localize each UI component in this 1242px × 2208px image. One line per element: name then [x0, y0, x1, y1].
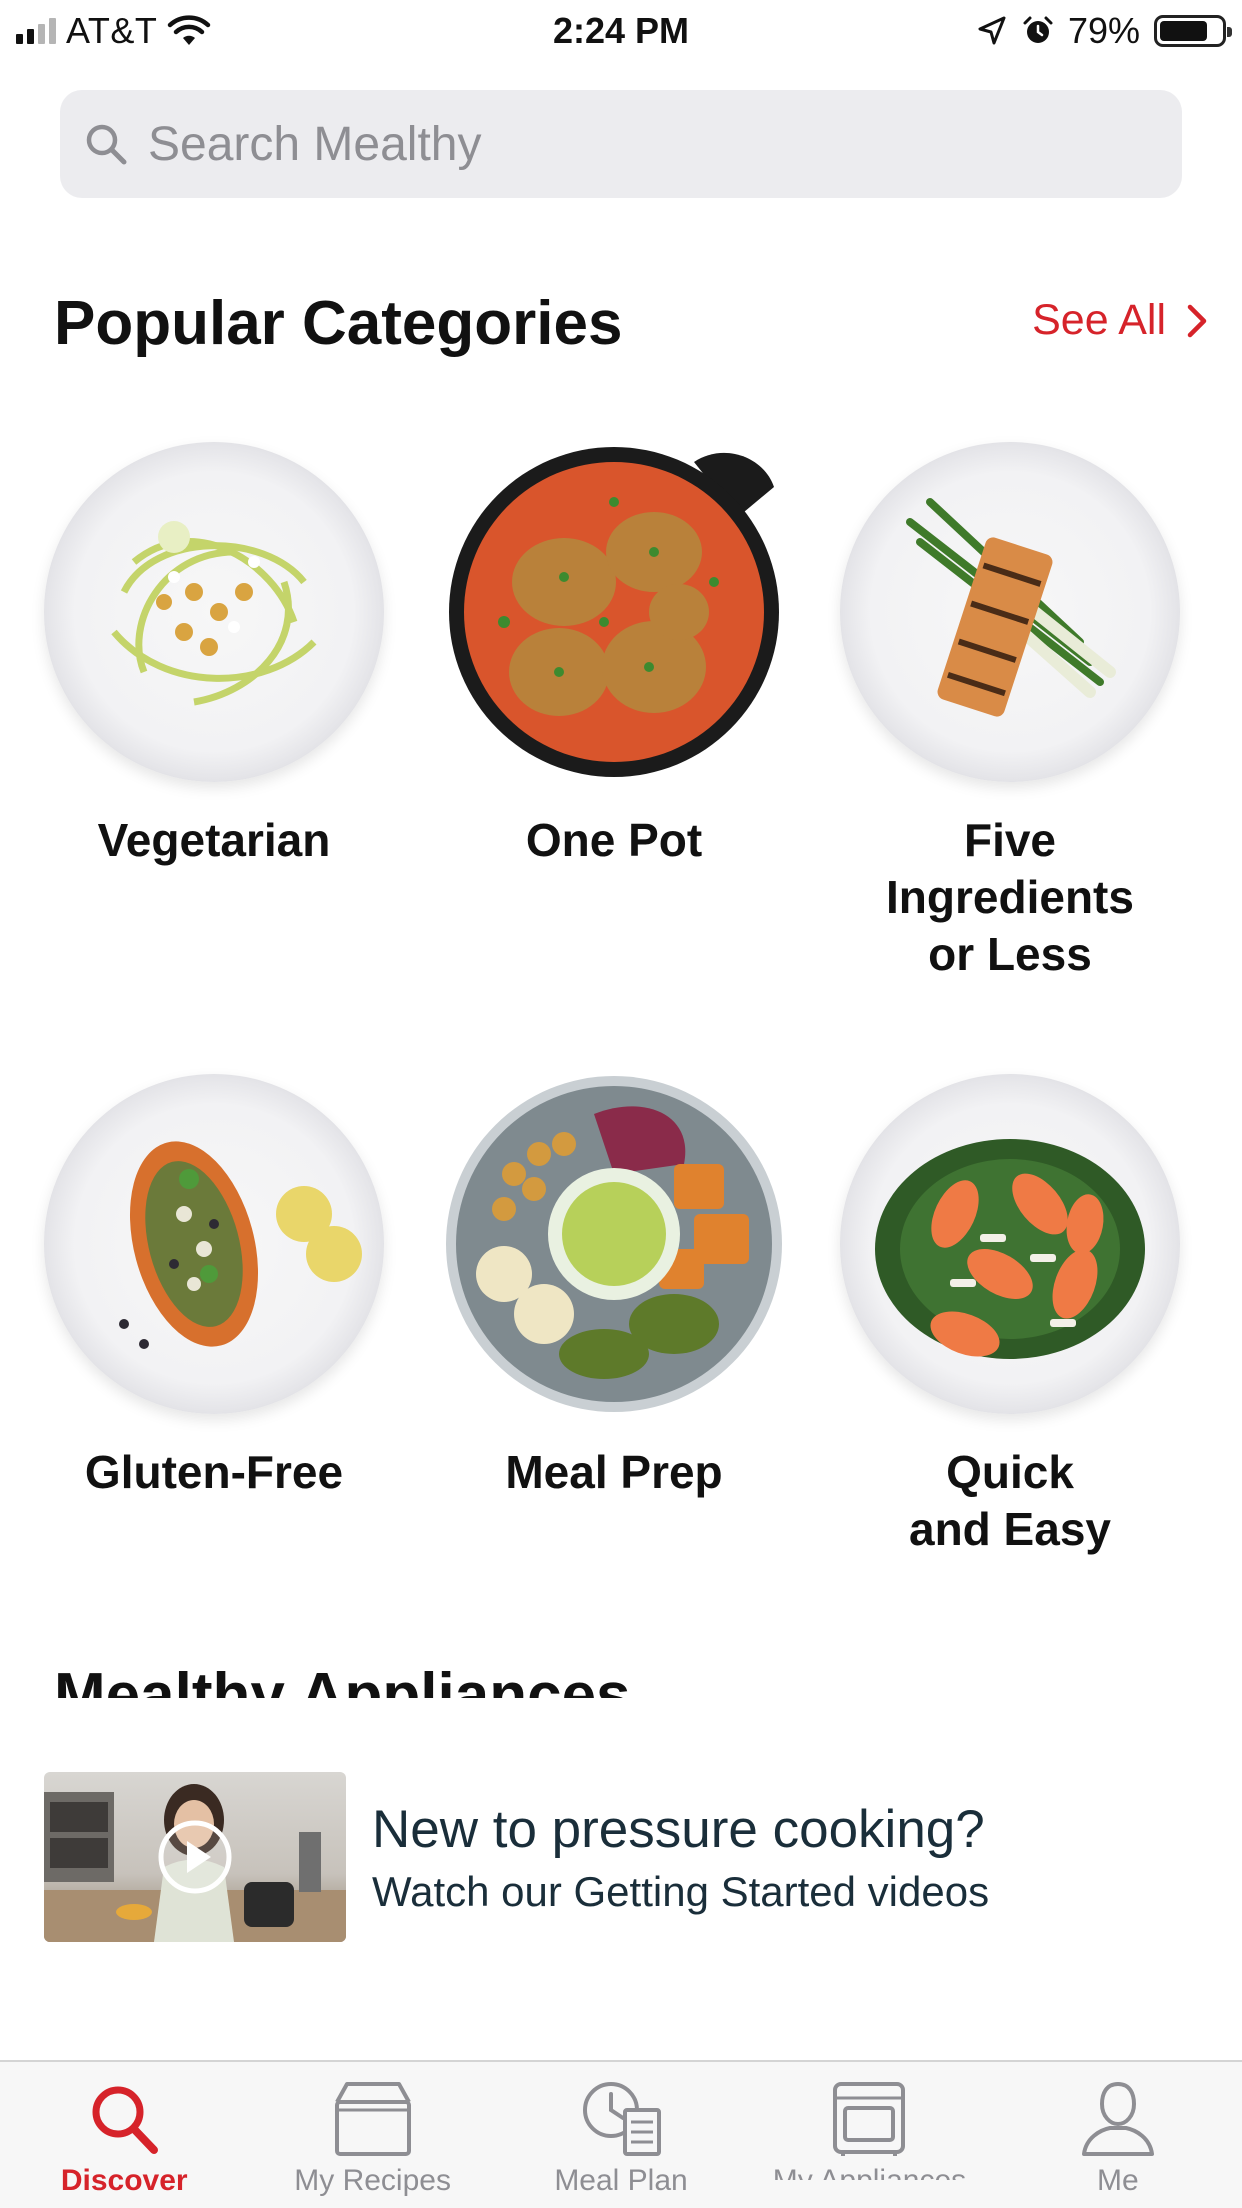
video-thumbnail: [44, 1772, 346, 1942]
category-label: One Pot: [525, 814, 703, 866]
appliances-section-title: Mealthy Appliances: [54, 1661, 631, 1698]
play-icon: [158, 1820, 232, 1894]
category-label: Meal Prep: [505, 1446, 723, 1498]
category-label: Five Ingredients or Less: [886, 814, 1134, 980]
tab-meal-plan[interactable]: Meal Plan: [497, 2062, 745, 2208]
category-vegetarian[interactable]: Vegetarian: [44, 442, 384, 869]
popular-categories-title: Popular Categories: [54, 289, 623, 358]
battery-level-fill: [1160, 21, 1208, 41]
alarm-clock-icon: [1023, 16, 1053, 43]
tab-label: Meal Plan: [554, 2164, 688, 2197]
category-meal-prep[interactable]: Meal Prep: [444, 1074, 784, 1501]
tab-label: Discover: [60, 2164, 188, 2197]
video-card-text: New to pressure cooking? Watch our Getti…: [372, 1799, 989, 1916]
chicken-skillet-image: [444, 442, 784, 782]
chevron-right-icon: [1187, 304, 1207, 337]
category-label: Vegetarian: [97, 814, 331, 866]
stuffed-sweet-potato-plate-image: [44, 1074, 384, 1414]
category-one-pot[interactable]: One Pot: [444, 442, 784, 869]
tab-my-recipes[interactable]: My Recipes: [248, 2062, 496, 2208]
recipe-box-icon: [334, 2082, 411, 2156]
meal-plan-icon: [583, 2082, 662, 2156]
video-card-subtitle: Watch our Getting Started videos: [372, 1867, 990, 1915]
location-arrow-icon: [978, 16, 1006, 45]
tab-me[interactable]: Me: [994, 2062, 1242, 2208]
tab-label: My Recipes: [294, 2164, 451, 2197]
app-root: AT&T 2:24 PM 79% Search Mealthy Popular …: [0, 0, 1242, 2208]
category-quick-and-easy[interactable]: Quick and Easy: [840, 1074, 1180, 1558]
search-bar[interactable]: [60, 90, 1182, 198]
search-icon: [92, 2086, 159, 2154]
category-label: Gluten-Free: [84, 1446, 344, 1498]
status-bar: AT&T 2:24 PM 79%: [0, 0, 1242, 62]
status-right: 79%: [976, 10, 1232, 52]
kale-grapefruit-salad-image: [840, 1074, 1180, 1414]
category-gluten-free[interactable]: Gluten-Free: [44, 1074, 384, 1501]
tab-label: My Appliances: [773, 2164, 966, 2180]
category-label: Quick and Easy: [909, 1446, 1111, 1555]
category-five-ingredients[interactable]: Five Ingredients or Less: [840, 442, 1180, 983]
profile-icon: [1081, 2081, 1154, 2156]
salmon-scallion-plate-image: [840, 442, 1180, 782]
video-card-title: New to pressure cooking?: [372, 1799, 985, 1859]
search-icon: [86, 124, 127, 165]
appliance-icon: [833, 2082, 906, 2156]
tab-bar: Discover My Recipes Meal Plan Me: [0, 2060, 1242, 2208]
tab-my-appliances[interactable]: My Appliances: [745, 2062, 993, 2208]
tab-label: Me: [1096, 2164, 1139, 2197]
see-all-link[interactable]: See All: [1032, 296, 1210, 345]
battery-percent: 79%: [1067, 10, 1140, 51]
see-all-label: See All: [1032, 296, 1166, 344]
search-input[interactable]: [148, 116, 1128, 172]
getting-started-video-card[interactable]: New to pressure cooking? Watch our Getti…: [44, 1772, 1194, 1942]
battery-icon: [1154, 15, 1232, 47]
meal-prep-bowl-image: [444, 1074, 784, 1414]
tab-discover[interactable]: Discover: [0, 2062, 248, 2208]
zucchini-noodle-plate-image: [44, 442, 384, 782]
